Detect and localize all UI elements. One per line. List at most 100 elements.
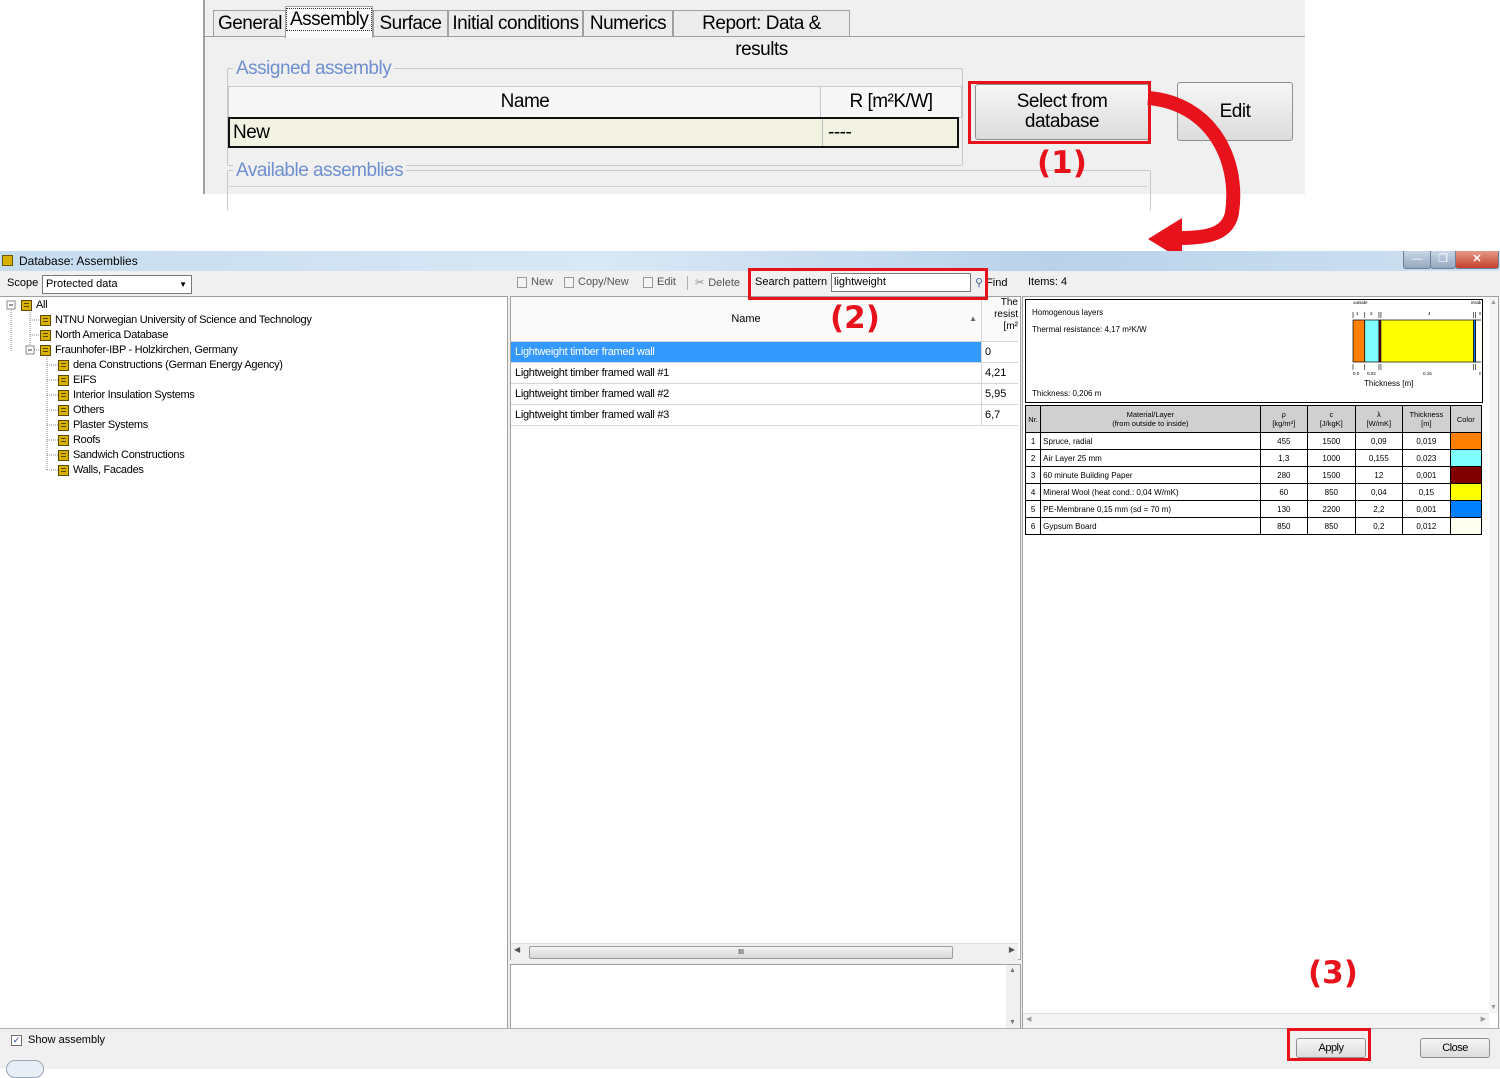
- scroll-down-icon[interactable]: ▼: [1490, 1004, 1497, 1011]
- preview-vertical-scrollbar[interactable]: ▲ ▼: [1489, 297, 1498, 1013]
- col-thickness-line: Thickness: [1409, 410, 1444, 419]
- chevron-down-icon[interactable]: ▼: [179, 276, 187, 293]
- window-title: Database: Assemblies: [19, 254, 138, 268]
- tree-node-plaster[interactable]: Plaster Systems: [58, 419, 148, 431]
- tree-node-label: Sandwich Constructions: [73, 449, 185, 461]
- horizontal-scrollbar[interactable]: ◀ III ▶: [511, 943, 1018, 960]
- scroll-right-icon[interactable]: ▶: [1009, 945, 1015, 954]
- list-item[interactable]: Lightweight timber framed wall #1 4,21: [511, 363, 1018, 384]
- list-item[interactable]: Lightweight timber framed wall 0: [511, 342, 1018, 363]
- col-conductivity-line: λ: [1376, 410, 1381, 419]
- database-icon: [40, 329, 51, 341]
- new-label: New: [531, 276, 554, 288]
- scroll-up-icon[interactable]: ▲: [1490, 299, 1497, 306]
- tree-node-all[interactable]: All: [21, 299, 48, 311]
- scroll-down-icon[interactable]: ▼: [1009, 1019, 1016, 1026]
- minimize-icon[interactable]: —: [1403, 251, 1431, 269]
- material-table-body: 1 Spruce, radial 455 1500 0,09 0,019 2 Air Laye…: [1024, 432, 1483, 535]
- scroll-right-icon[interactable]: ▶: [1481, 1015, 1486, 1023]
- edit-button[interactable]: Edit: [643, 276, 676, 288]
- outside-label: outside: [1353, 300, 1368, 305]
- tree-node-walls-facades[interactable]: Walls, Facades: [58, 464, 144, 476]
- list-item[interactable]: Lightweight timber framed wall #3 6,7: [511, 405, 1018, 426]
- tab-surface[interactable]: Surface: [373, 10, 448, 37]
- new-button[interactable]: New: [517, 276, 553, 288]
- col-density: ρ [kg/m³]: [1259, 405, 1309, 433]
- database-icon: [21, 299, 32, 311]
- tab-initial-conditions[interactable]: Initial conditions: [448, 10, 583, 37]
- tab-report[interactable]: Report: Data & results: [673, 10, 850, 60]
- tab-assembly[interactable]: Assembly: [285, 6, 373, 38]
- vertical-scrollbar[interactable]: ▲ ▼: [1006, 965, 1020, 1028]
- col-material: Material/Layer (from outside to inside): [1040, 405, 1261, 433]
- database-icon: [58, 374, 69, 386]
- scroll-left-icon[interactable]: ◀: [514, 945, 520, 954]
- description-box[interactable]: ▲ ▼: [510, 964, 1021, 1029]
- copy-icon: [564, 276, 574, 288]
- list-item[interactable]: Lightweight timber framed wall #2 5,95: [511, 384, 1018, 405]
- tree-node-sandwich[interactable]: Sandwich Constructions: [58, 449, 185, 461]
- tab-general[interactable]: General: [213, 10, 287, 37]
- close-button[interactable]: Close: [1420, 1038, 1490, 1058]
- scope-label: Scope: [7, 277, 39, 289]
- layer-bar-segment: [1352, 319, 1366, 363]
- layer-thickness: 0,15: [1402, 483, 1451, 501]
- highlight-select-button: [968, 81, 1151, 144]
- copy-new-button[interactable]: Copy/New: [564, 276, 629, 288]
- close-label: Close: [1442, 1042, 1468, 1054]
- scroll-up-icon[interactable]: ▲: [1009, 967, 1016, 974]
- layer-heat-capacity: 1000: [1307, 449, 1356, 467]
- start-orb-icon: [6, 1060, 44, 1078]
- tree-node-ntnu[interactable]: NTNU Norwegian University of Science and…: [40, 314, 312, 326]
- inside-label: inside: [1471, 300, 1481, 305]
- tab-assembly-label: Assembly: [286, 8, 373, 31]
- assigned-assembly-row[interactable]: New ----: [228, 117, 959, 148]
- close-icon[interactable]: ✕: [1455, 251, 1499, 269]
- scope-dropdown[interactable]: Protected data ▼: [42, 275, 192, 294]
- tree-node-label: dena Constructions (German Energy Agency…: [73, 359, 283, 371]
- layer-color-swatch: [1449, 483, 1483, 501]
- tree-node-others[interactable]: Others: [58, 404, 105, 416]
- tree-node-north-america[interactable]: North America Database: [40, 329, 169, 341]
- material-row: 4 Mineral Wool (heat cond.: 0,04 W/mK) 60 8…: [1024, 483, 1483, 501]
- tree-node-fraunhofer[interactable]: Fraunhofer-IBP - Holzkirchen, Germany: [40, 344, 238, 356]
- tree-node-roofs[interactable]: Roofs: [58, 434, 101, 446]
- tree-node-eifs[interactable]: EIFS: [58, 374, 97, 386]
- tree-node-dena[interactable]: dena Constructions (German Energy Agency…: [58, 359, 283, 371]
- column-header-r[interactable]: R [m²K/W]: [820, 86, 962, 118]
- list-item-value: 5,95: [981, 384, 1018, 404]
- database-icon: [58, 434, 69, 446]
- layer-nr: 4: [1024, 483, 1042, 501]
- column-header-name[interactable]: Name: [228, 86, 822, 118]
- preview-horizontal-scrollbar[interactable]: ◀ ▶: [1023, 1013, 1489, 1028]
- col-conductivity-line: [W/mK]: [1366, 419, 1392, 428]
- tree-node-label: North America Database: [55, 329, 169, 341]
- annotation-step-3: (3): [1308, 955, 1358, 991]
- column-header-resistance[interactable]: The resist [m²: [982, 297, 1018, 342]
- col-material-line: (from outside to inside): [1112, 419, 1189, 428]
- tree-node-label: Roofs: [73, 434, 101, 446]
- maximize-icon[interactable]: ❐: [1430, 251, 1456, 269]
- database-icon: [58, 449, 69, 461]
- column-header-name[interactable]: Name ▲: [511, 297, 982, 342]
- cell-divider: [822, 119, 823, 146]
- layer-number: 1: [1356, 311, 1359, 316]
- tree-node-interior-insulation[interactable]: Interior Insulation Systems: [58, 389, 195, 401]
- curved-arrow-icon: [1147, 91, 1241, 260]
- delete-button[interactable]: ✂ Delete: [695, 276, 740, 290]
- layer-density: 455: [1259, 432, 1309, 450]
- scroll-thumb[interactable]: III: [529, 946, 953, 959]
- col-density-line: ρ: [1281, 410, 1286, 419]
- tab-numerics[interactable]: Numerics: [583, 10, 673, 37]
- show-assembly-checkbox[interactable]: ✓: [11, 1035, 22, 1046]
- col-heat-capacity: c [J/kgK]: [1307, 405, 1356, 433]
- col-thickness: Thickness [m]: [1402, 405, 1451, 433]
- scroll-left-icon[interactable]: ◀: [1026, 1015, 1031, 1023]
- layer-number: 4: [1428, 311, 1431, 316]
- layer-color-swatch: [1449, 449, 1483, 467]
- layer-density: 280: [1259, 466, 1309, 484]
- items-count: Items: 4: [1028, 276, 1068, 288]
- layer-name: Air Layer 25 mm: [1040, 449, 1261, 467]
- layer-name: PE-Membrane 0,15 mm (sd = 70 m): [1040, 500, 1261, 518]
- layer-conductivity: 2,2: [1354, 500, 1404, 518]
